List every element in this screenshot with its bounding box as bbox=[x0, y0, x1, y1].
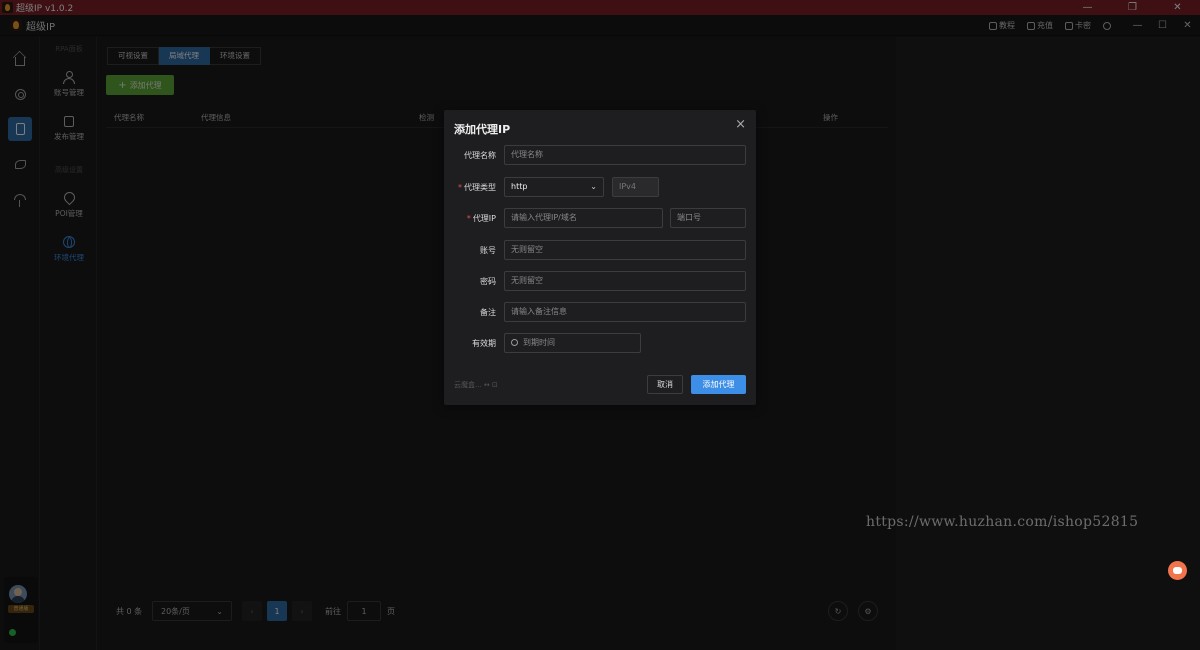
field-label-text: 代理类型 bbox=[464, 183, 496, 192]
field-label-text: 代理IP bbox=[472, 214, 496, 223]
proxy-type-select[interactable]: http ⌄ bbox=[504, 177, 604, 197]
dialog-title: 添加代理IP bbox=[454, 123, 511, 136]
field-label: 密码 bbox=[480, 277, 496, 286]
field-label: 有效期 bbox=[472, 339, 496, 348]
field-proxy-name: 代理名称 代理名称 bbox=[444, 145, 756, 165]
expiry-placeholder: 到期时间 bbox=[523, 338, 555, 347]
field-remark: 备注 请输入备注信息 bbox=[444, 302, 756, 322]
password-input[interactable]: 无则留空 bbox=[504, 271, 746, 291]
field-label: 账号 bbox=[480, 246, 496, 255]
expiry-date-picker[interactable]: 到期时间 bbox=[504, 333, 641, 353]
proxy-type-value: http bbox=[511, 182, 528, 191]
field-account: 账号 无则留空 bbox=[444, 240, 756, 260]
submit-add-proxy-button[interactable]: 添加代理 bbox=[691, 375, 746, 394]
field-proxy-type: * 代理类型 http ⌄ IPv4 bbox=[444, 177, 756, 197]
proxy-name-input[interactable]: 代理名称 bbox=[504, 145, 746, 165]
add-proxy-dialog: 添加代理IP × 代理名称 代理名称 * 代理类型 http ⌄ IPv4 * 代理… bbox=[444, 110, 756, 405]
required-mark: * bbox=[466, 214, 471, 223]
proxy-ip-input[interactable]: 请输入代理IP/域名 bbox=[504, 208, 663, 228]
field-label: * 代理类型 bbox=[458, 182, 496, 193]
field-expiry: 有效期 到期时间 bbox=[444, 333, 756, 353]
ip-version-field: IPv4 bbox=[612, 177, 659, 197]
dialog-close-button[interactable]: × bbox=[735, 117, 746, 132]
clock-icon bbox=[511, 339, 518, 346]
field-password: 密码 无则留空 bbox=[444, 271, 756, 291]
field-proxy-ip: * 代理IP 请输入代理IP/域名 端口号 bbox=[444, 208, 756, 228]
field-label: 代理名称 bbox=[464, 151, 496, 160]
required-mark: * bbox=[458, 183, 462, 192]
chat-support-button[interactable] bbox=[1168, 561, 1187, 580]
dialog-footer-note: 云魔盒... ↔ ⊡ bbox=[454, 381, 498, 389]
cancel-button[interactable]: 取消 bbox=[647, 375, 683, 394]
port-input[interactable]: 端口号 bbox=[670, 208, 746, 228]
chat-icon bbox=[1173, 567, 1182, 574]
account-input[interactable]: 无则留空 bbox=[504, 240, 746, 260]
field-label: * 代理IP bbox=[467, 213, 496, 224]
chevron-down-icon: ⌄ bbox=[590, 182, 597, 191]
remark-input[interactable]: 请输入备注信息 bbox=[504, 302, 746, 322]
field-label: 备注 bbox=[480, 308, 496, 317]
